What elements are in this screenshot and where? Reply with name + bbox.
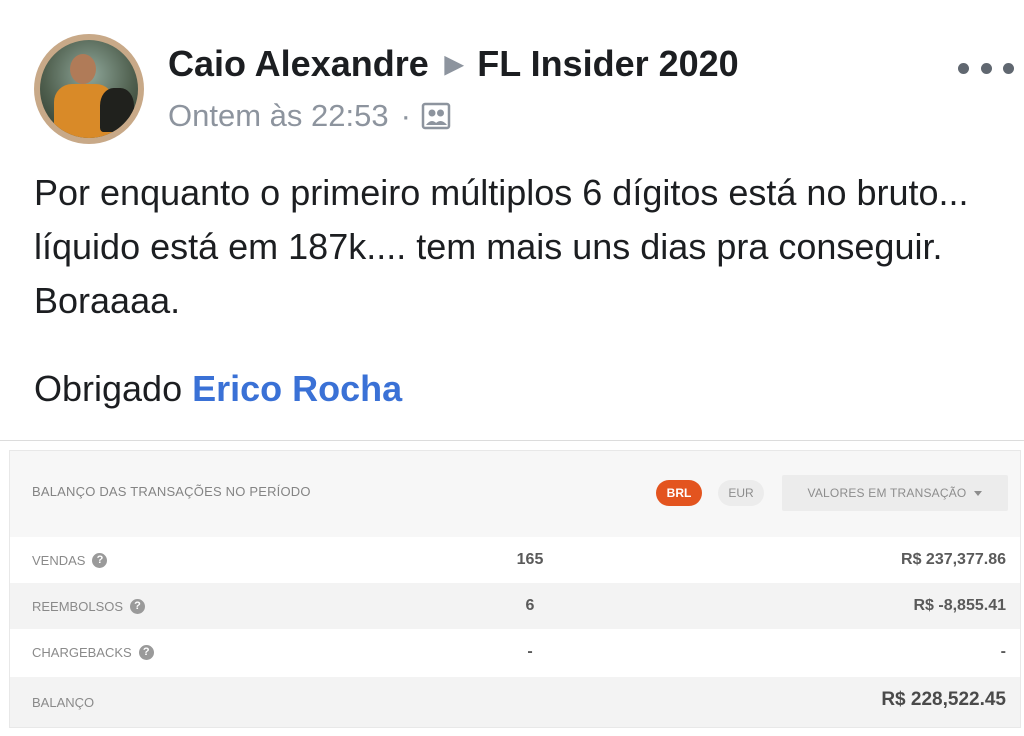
more-dot [958,62,969,74]
avatar-figure-head [70,54,96,84]
help-icon[interactable]: ? [130,599,146,614]
help-icon[interactable]: ? [138,645,154,660]
report-header: BALANÇO DAS TRANSAÇÕES NO PERÍODO BRL EU… [10,451,1020,537]
report-title: BALANÇO DAS TRANSAÇÕES NO PERÍODO [32,484,311,499]
row-label-text: VENDAS [32,553,86,568]
thanks-prefix: Obrigado [34,368,183,409]
group-privacy-icon [421,101,451,131]
row-amount: R$ -8,855.41 [913,597,1006,614]
balance-amount: R$ 228,522.45 [881,689,1006,710]
more-dot [1003,62,1014,74]
post-divider [0,440,1024,441]
currency-brl-button[interactable]: BRL [656,480,702,506]
row-count: 6 [525,597,535,614]
author-name[interactable]: Caio Alexandre [168,43,429,85]
row-label: CHARGEBACKS ? [32,645,154,660]
row-amount: - [1000,643,1006,660]
transactions-screenshot[interactable]: BALANÇO DAS TRANSAÇÕES NO PERÍODO BRL EU… [9,450,1021,728]
more-dot [980,62,992,74]
values-select[interactable]: VALORES EM TRANSAÇÃO [782,475,1008,511]
avatar-dog [100,88,134,132]
post-header-title: Caio Alexandre ▶ FL Insider 2020 [168,40,739,88]
post-meta: Ontem às 22:53 · [168,96,451,136]
post-thanks: Obrigado Erico Rocha [34,362,402,416]
help-icon[interactable]: ? [92,553,108,568]
post-timestamp[interactable]: Ontem às 22:53 [168,98,389,134]
report-row-chargebacks: CHARGEBACKS ? - - [10,629,1020,675]
row-label: VENDAS ? [32,553,108,568]
row-label: REEMBOLSOS ? [32,599,146,614]
mention-link[interactable]: Erico Rocha [192,368,402,409]
report-row-reembolsos: REEMBOLSOS ? 6 R$ -8,855.41 [10,583,1020,629]
meta-separator: · [400,98,411,133]
play-arrow-icon: ▶ [444,50,464,78]
row-label-text: CHARGEBACKS [32,645,132,660]
group-name[interactable]: FL Insider 2020 [477,43,738,85]
values-select-label: VALORES EM TRANSAÇÃO [807,486,967,500]
more-options-icon[interactable] [958,52,1014,84]
post-body: Por enquanto o primeiro múltiplos 6 dígi… [34,172,969,321]
row-label: BALANÇO [32,695,94,710]
row-label-text: REEMBOLSOS [32,599,124,614]
chevron-down-icon [974,490,983,496]
avatar-photo [40,40,138,138]
row-amount: R$ 237,377.86 [901,551,1006,568]
row-label-text: BALANÇO [32,695,95,710]
author-avatar[interactable] [34,34,144,144]
report-row-vendas: VENDAS ? 165 R$ 237,377.86 [10,537,1020,583]
row-count: 165 [516,551,544,568]
currency-eur-button[interactable]: EUR [718,480,764,506]
report-row-balanco: BALANÇO R$ 228,522.45 [10,677,1020,727]
row-count: - [527,643,533,660]
